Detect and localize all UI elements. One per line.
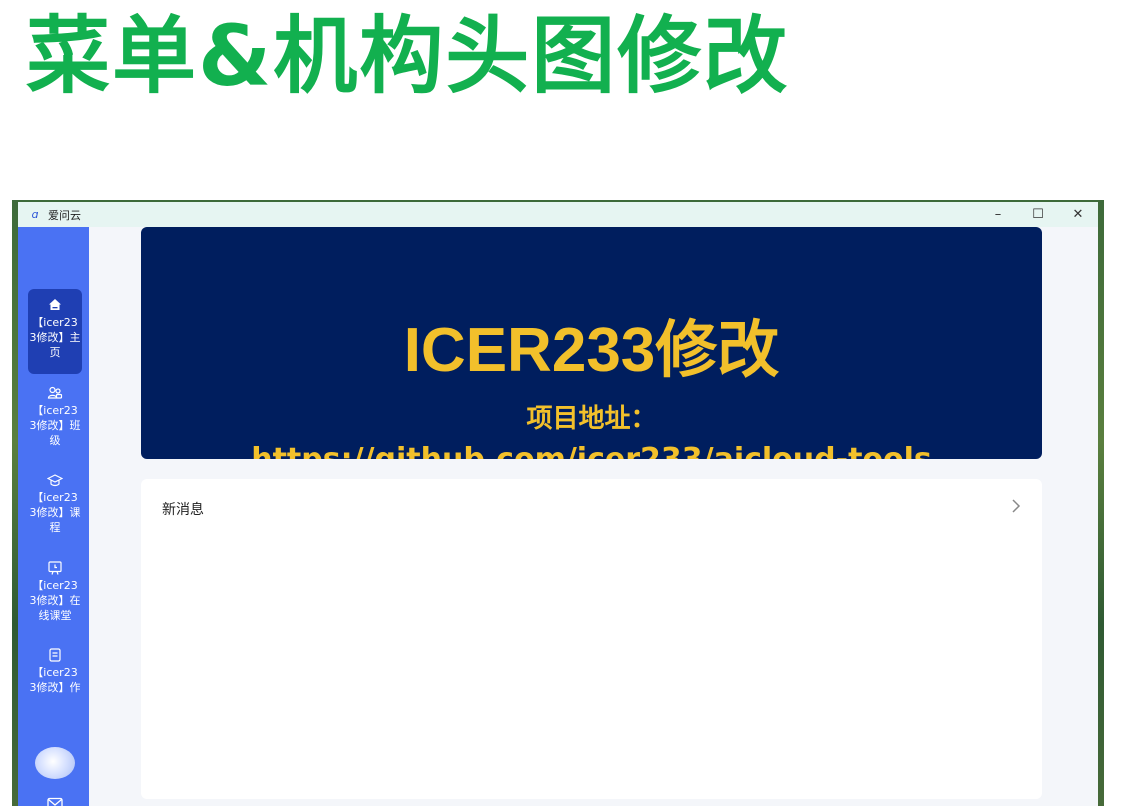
title-bar[interactable]: ɑ 爱问云 – ☐ ✕ [18,202,1098,227]
sidebar-item-course[interactable]: 【icer233修改】课程 [28,472,82,535]
new-messages-card: 新消息 [141,479,1042,799]
sidebar-item-label: 【icer233修改】主页 [29,316,81,359]
chevron-right-icon[interactable] [1010,497,1022,515]
app-window: ɑ 爱问云 – ☐ ✕ 【icer233修改】主页 【icer233修改】班级 [18,202,1098,806]
graduation-cap-icon [47,474,63,487]
users-icon [47,386,63,399]
banner-title: ICER233修改 [403,316,780,385]
sidebar-item-label: 【icer233修改】在线课堂 [29,579,81,622]
institution-banner: ICER233修改 项目地址： https://github.com/icer2… [141,227,1042,459]
maximize-button[interactable]: ☐ [1018,202,1058,227]
sidebar-item-home[interactable]: 【icer233修改】主页 [28,289,82,374]
window-title: 爱问云 [48,208,81,222]
window-controls: – ☐ ✕ [978,202,1098,227]
app-logo-icon: ɑ [31,208,39,221]
sidebar-item-label: 【icer233修改】班级 [29,404,81,447]
sidebar: 【icer233修改】主页 【icer233修改】班级 【icer233修改】课… [18,227,89,806]
sidebar-item-class[interactable]: 【icer233修改】班级 [28,385,82,448]
close-button[interactable]: ✕ [1058,202,1098,227]
new-messages-title[interactable]: 新消息 [162,499,204,519]
banner-subtitle: 项目地址： [526,404,657,434]
sidebar-item-label: 【icer233修改】作 [29,666,81,694]
page-heading: 菜单&机构头图修改 [26,7,790,105]
minimize-button[interactable]: – [978,202,1018,227]
sidebar-item-label: 【icer233修改】课程 [29,491,81,534]
mail-icon[interactable] [47,797,63,806]
avatar[interactable] [35,747,75,779]
banner-url: https://github.com/icer233/aicloud-tools [141,442,1042,459]
sidebar-item-assignment[interactable]: 【icer233修改】作 [28,647,82,695]
assignment-icon [49,648,61,662]
sidebar-item-live-class[interactable]: 【icer233修改】在线课堂 [28,560,82,623]
live-class-icon [48,561,62,575]
home-icon [49,299,61,310]
